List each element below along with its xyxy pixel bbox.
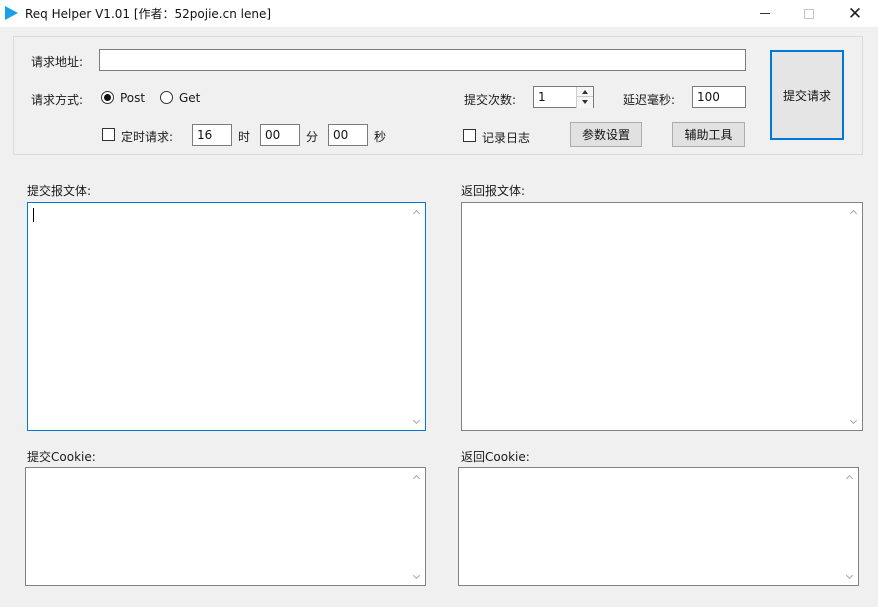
scroll-down-button[interactable] xyxy=(408,413,425,430)
chevron-up-icon xyxy=(849,209,858,217)
scroll-up-button[interactable] xyxy=(841,468,858,485)
minute-input[interactable]: 00 xyxy=(260,124,300,146)
post-radio-label[interactable]: Post xyxy=(120,91,145,105)
triangle-up-icon xyxy=(582,89,588,94)
delay-label: 延迟毫秒: xyxy=(623,93,676,107)
response-cookie-label: 返回Cookie: xyxy=(461,450,530,464)
chevron-down-icon xyxy=(412,416,421,424)
scroll-up-button[interactable] xyxy=(408,468,425,485)
submit-body-scrollbar[interactable] xyxy=(408,203,425,430)
stepper-up-button[interactable] xyxy=(577,87,593,97)
second-unit: 秒 xyxy=(374,130,387,144)
url-label: 请求地址: xyxy=(31,55,84,69)
chevron-down-icon xyxy=(845,571,854,579)
submit-cookie-scrollbar[interactable] xyxy=(408,468,425,585)
app-logo-icon xyxy=(5,6,18,20)
url-input[interactable] xyxy=(99,49,746,71)
maximize-icon xyxy=(804,8,814,19)
chevron-down-icon xyxy=(849,416,858,424)
hour-unit: 时 xyxy=(238,130,251,144)
triangle-down-icon xyxy=(582,100,588,104)
scroll-down-button[interactable] xyxy=(841,568,858,585)
timer-label[interactable]: 定时请求: xyxy=(121,128,173,145)
timer-checkbox[interactable] xyxy=(102,128,115,141)
scroll-down-button[interactable] xyxy=(845,413,862,430)
response-body-scrollbar[interactable] xyxy=(845,203,862,430)
chevron-up-icon xyxy=(845,474,854,482)
submit-body-textarea[interactable] xyxy=(27,202,426,431)
submit-request-button[interactable]: 提交请求 xyxy=(770,50,844,140)
scroll-up-button[interactable] xyxy=(408,203,425,220)
window-title: Req Helper V1.01 [作者：52pojie.cn lene] xyxy=(25,7,272,21)
hour-input[interactable]: 16 xyxy=(192,124,232,146)
second-input[interactable]: 00 xyxy=(328,124,368,146)
delay-input[interactable]: 100 xyxy=(692,86,746,108)
title-bar: Req Helper V1.01 [作者：52pojie.cn lene] ✕ xyxy=(0,0,878,27)
post-radio[interactable] xyxy=(101,91,114,104)
maximize-button[interactable] xyxy=(786,0,832,27)
scroll-up-button[interactable] xyxy=(845,203,862,220)
chevron-down-icon xyxy=(412,571,421,579)
response-cookie-scrollbar[interactable] xyxy=(841,468,858,585)
helper-tools-button[interactable]: 辅助工具 xyxy=(672,122,745,147)
get-radio-label[interactable]: Get xyxy=(179,91,200,105)
submit-cookie-textarea[interactable] xyxy=(25,467,426,586)
minute-unit: 分 xyxy=(306,130,319,144)
log-label[interactable]: 记录日志 xyxy=(482,129,530,146)
minimize-icon xyxy=(760,13,770,14)
log-checkbox[interactable] xyxy=(463,129,476,142)
get-radio[interactable] xyxy=(160,91,173,104)
response-body-textarea[interactable] xyxy=(461,202,863,431)
response-cookie-textarea[interactable] xyxy=(458,467,859,586)
method-label: 请求方式: xyxy=(31,93,84,107)
response-body-label: 返回报文体: xyxy=(461,184,526,198)
params-settings-button[interactable]: 参数设置 xyxy=(570,122,642,147)
chevron-up-icon xyxy=(412,474,421,482)
text-caret xyxy=(33,208,34,222)
stepper-down-button[interactable] xyxy=(577,97,593,107)
submit-cookie-label: 提交Cookie: xyxy=(27,450,96,464)
scroll-down-button[interactable] xyxy=(408,568,425,585)
minimize-button[interactable] xyxy=(742,0,788,27)
chevron-up-icon xyxy=(412,209,421,217)
submit-body-label: 提交报文体: xyxy=(27,184,92,198)
count-stepper[interactable] xyxy=(576,87,593,108)
close-button[interactable]: ✕ xyxy=(832,0,878,27)
count-label: 提交次数: xyxy=(464,93,517,107)
